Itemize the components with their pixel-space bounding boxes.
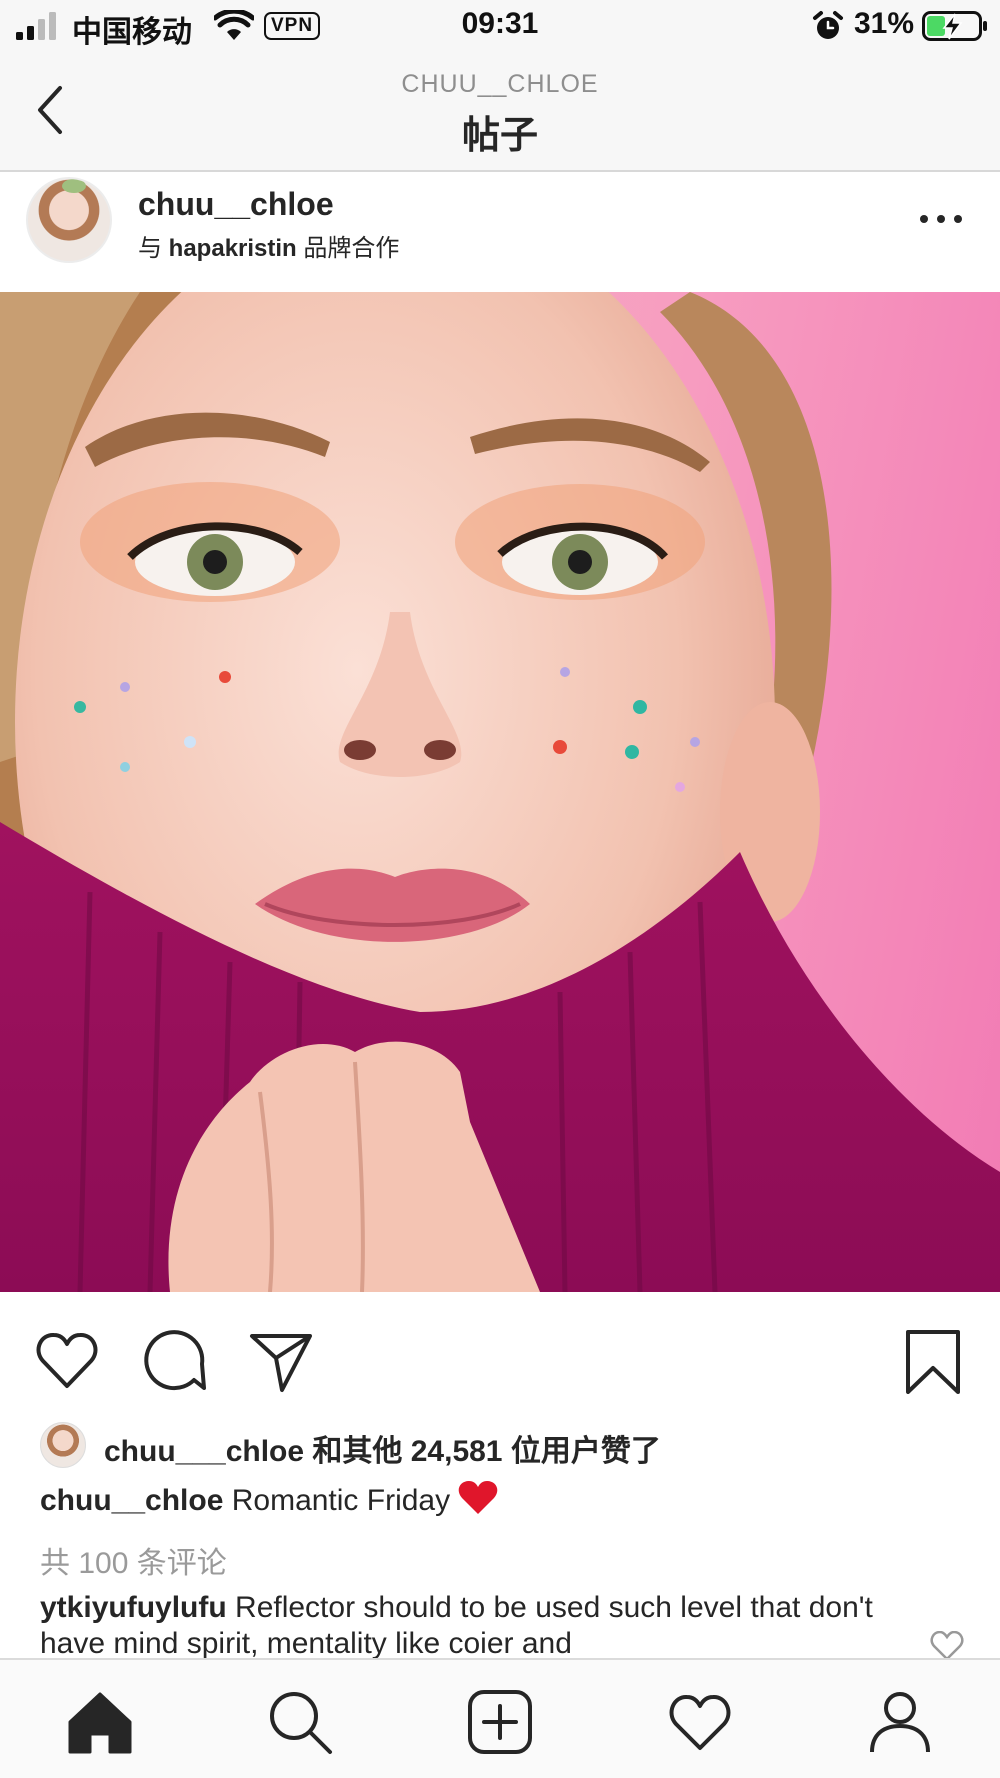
instagram-post-screen: 中国移动 VPN 09:31 31% CHUU__CHLOE 帖子 chuu__… [0,0,1000,1778]
heart-icon[interactable] [34,1328,100,1394]
profile-icon[interactable] [866,1688,934,1756]
search-icon[interactable] [266,1688,334,1756]
new-post-icon[interactable] [466,1688,534,1756]
post-caption: chuu__chloe Romantic Friday [40,1480,498,1518]
comment-item: ytkiyufuylufu Reflector should to be use… [40,1590,920,1662]
alarm-icon [813,11,843,39]
post-username[interactable]: chuu__chloe [138,186,334,223]
home-icon[interactable] [66,1688,134,1756]
battery-charging-icon [922,11,987,41]
bottom-tab-bar [0,1658,1000,1778]
status-bar: 中国移动 VPN 09:31 31% [0,0,1000,52]
clock: 09:31 [461,7,539,40]
liker-avatar [40,1422,86,1468]
battery-percentage: 31% [854,7,915,40]
caption-text: Romantic Friday [223,1484,451,1517]
navigation-header: CHUU__CHLOE 帖子 [0,52,1000,172]
partnership-prefix: 与 [138,235,169,262]
comment-like-heart-icon[interactable] [930,1631,964,1661]
more-horizontal-icon[interactable] [918,212,964,226]
post-header: chuu__chloe 与 hapakristin 品牌合作 [0,172,1000,292]
share-icon[interactable] [248,1328,314,1394]
page-title: 帖子 [461,115,538,157]
red-heart-emoji-icon [458,1481,498,1514]
bookmark-icon[interactable] [900,1328,966,1394]
likes-row[interactable]: chuu___chloe 和其他 24,581 位用户赞了 [40,1420,980,1470]
post-image[interactable] [0,292,1000,1292]
paid-partnership-label[interactable]: 与 hapakristin 品牌合作 [138,228,399,263]
view-all-comments-link[interactable]: 共 100 条评论 [40,1538,227,1582]
post-actions [0,1292,1000,1420]
comment-icon[interactable] [142,1328,208,1394]
partnership-brand: hapakristin [168,235,297,262]
portrait-illustration [0,292,1000,1292]
caption-username[interactable]: chuu__chloe [40,1484,223,1517]
header-subtitle: CHUU__CHLOE [401,70,599,98]
activity-icon[interactable] [666,1688,734,1756]
likes-count: chuu___chloe 和其他 24,581 位用户赞了 [104,1435,661,1468]
partnership-suffix: 品牌合作 [296,235,400,262]
avatar[interactable] [26,177,112,263]
comment-username[interactable]: ytkiyufuylufu [40,1591,227,1624]
